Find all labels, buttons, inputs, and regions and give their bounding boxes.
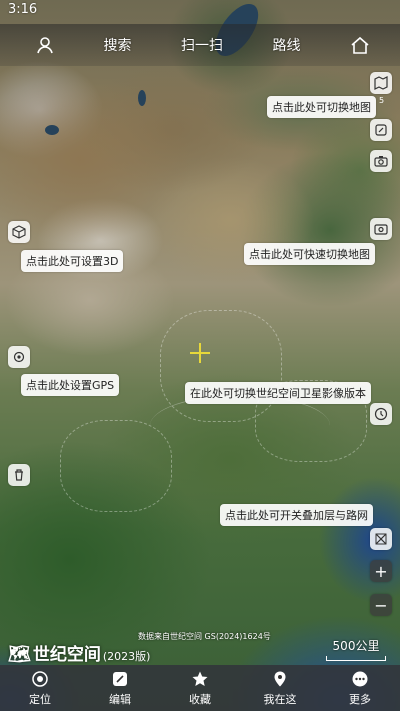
- center-crosshair: [190, 343, 210, 363]
- status-time: 3:16: [8, 2, 38, 17]
- fullscreen-icon[interactable]: [370, 119, 392, 141]
- 3d-cube-icon[interactable]: [8, 221, 30, 243]
- search-button[interactable]: 搜索: [104, 35, 132, 55]
- brand-name: 世纪空间: [32, 645, 101, 665]
- scale-label: 500公里: [332, 639, 380, 653]
- nav-here[interactable]: 我在这: [250, 670, 310, 707]
- tip-switch-map: 点击此处可切换地图: [267, 96, 376, 118]
- brand-logo-icon: 🗺: [8, 644, 31, 665]
- nav-locate[interactable]: 定位: [10, 670, 70, 707]
- tip-toggle-layers: 点击此处可开关叠加层与路网: [220, 504, 373, 526]
- layers-icon[interactable]: [370, 528, 392, 550]
- map-switch-icon[interactable]: [370, 72, 392, 94]
- top-toolbar: 搜索 扫一扫 路线: [0, 24, 400, 66]
- home-icon[interactable]: [350, 36, 370, 54]
- nav-favorites[interactable]: 收藏: [170, 670, 230, 707]
- zoom-out-label: −: [374, 595, 388, 615]
- more-icon: [352, 671, 368, 686]
- tip-set-gps: 点击此处设置GPS: [21, 374, 120, 396]
- zoom-out-button[interactable]: −: [370, 594, 392, 616]
- tip-set-3d: 点击此处可设置3D: [21, 250, 124, 272]
- lake: [45, 125, 59, 135]
- data-source: 数据来自世纪空间 GS(2024)1624号: [138, 632, 271, 641]
- nav-here-label: 我在这: [263, 692, 297, 706]
- user-icon[interactable]: [36, 36, 54, 54]
- scale-bar: 500公里: [326, 637, 386, 661]
- nav-more[interactable]: 更多: [330, 670, 390, 707]
- nav-favorites-label: 收藏: [189, 692, 211, 706]
- nav-edit[interactable]: 编辑: [90, 670, 150, 707]
- quick-switch-map-icon[interactable]: [370, 218, 392, 240]
- trash-icon[interactable]: [8, 464, 30, 486]
- nav-more-label: 更多: [349, 692, 371, 706]
- tip-switch-version: 在此处可切换世纪空间卫星影像版本: [185, 382, 371, 404]
- history-icon[interactable]: [370, 403, 392, 425]
- gps-settings-icon[interactable]: [8, 346, 30, 368]
- zoom-in-label: +: [374, 561, 388, 581]
- scale-line: [326, 656, 386, 661]
- zoom-in-button[interactable]: +: [370, 560, 392, 582]
- brand: 🗺 世纪空间 (2023版): [8, 640, 150, 665]
- scan-button[interactable]: 扫一扫: [181, 35, 223, 55]
- camera-icon[interactable]: [370, 150, 392, 172]
- star-icon: [192, 671, 208, 686]
- map-count-badge: 5: [379, 96, 385, 105]
- bottom-nav: 定位 编辑 收藏 我在这 更多: [0, 665, 400, 711]
- nav-edit-label: 编辑: [109, 692, 131, 706]
- edit-icon: [113, 671, 127, 686]
- locate-icon: [32, 670, 48, 687]
- tip-quick-switch-map: 点击此处可快速切换地图: [244, 243, 375, 265]
- route-button[interactable]: 路线: [273, 35, 301, 55]
- lake: [138, 90, 146, 106]
- pin-icon: [274, 671, 286, 686]
- brand-version: (2023版): [102, 650, 151, 663]
- nav-locate-label: 定位: [29, 692, 51, 706]
- river: [150, 395, 330, 456]
